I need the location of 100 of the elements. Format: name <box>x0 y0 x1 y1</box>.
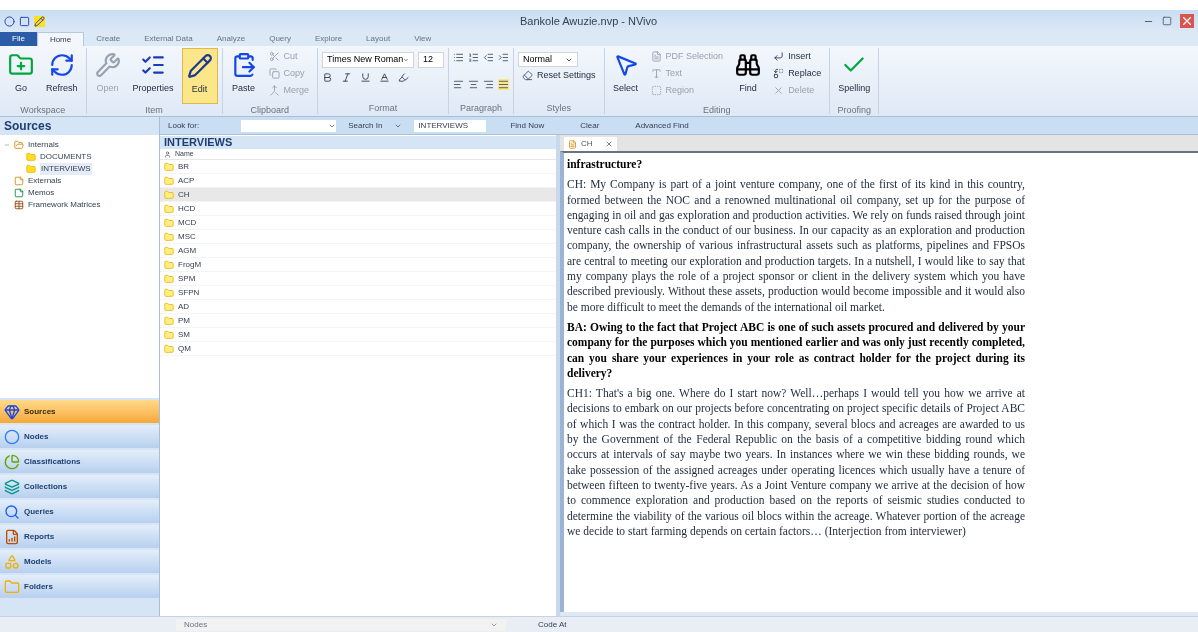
find-bar-button[interactable]: Clear <box>568 119 612 132</box>
group-label: Clipboard <box>249 104 291 116</box>
folder-icon <box>164 231 174 242</box>
folder-icon <box>164 217 174 228</box>
list-row[interactable]: SPM <box>160 272 556 286</box>
list-row[interactable]: AD <box>160 300 556 314</box>
folder-icon <box>164 273 174 284</box>
highlighter-icon[interactable] <box>398 72 410 83</box>
navigation-button[interactable]: Classifications <box>0 450 159 473</box>
list-row[interactable]: HCD <box>160 202 556 216</box>
app-icon[interactable] <box>4 15 15 27</box>
ribbon-button[interactable]: Refresh <box>42 48 82 104</box>
document-tab[interactable]: CH <box>564 137 617 151</box>
list-row[interactable]: FrogM <box>160 258 556 272</box>
italic-icon[interactable] <box>341 72 353 83</box>
close-icon[interactable] <box>604 140 613 148</box>
folder-icon <box>164 161 174 172</box>
tree-item[interactable]: Externals <box>28 175 62 187</box>
list-row[interactable]: AGM <box>160 244 556 258</box>
list-row[interactable]: MSC <box>160 230 556 244</box>
justify-icon[interactable] <box>498 79 510 90</box>
list-row[interactable]: SFPN <box>160 286 556 300</box>
ribbon-tab[interactable]: Create <box>84 32 133 46</box>
tree-item[interactable]: DOCUMENTS <box>40 151 92 163</box>
dropdown-icon <box>403 56 410 64</box>
font-field[interactable]: Times New Roman <box>322 52 415 68</box>
size-field[interactable]: 12 <box>418 52 445 68</box>
document-icon <box>568 139 577 149</box>
tree-item[interactable]: Internals <box>28 139 59 151</box>
navigation-button[interactable]: Reports <box>0 525 159 548</box>
pencil-icon[interactable] <box>34 15 45 27</box>
group-label: Format <box>367 102 399 114</box>
ribbon-tab[interactable]: Query <box>257 32 303 46</box>
ribbon-tab[interactable]: Home <box>36 32 85 46</box>
outdent-icon[interactable] <box>483 52 495 63</box>
ribbon-button[interactable]: Edit <box>181 48 218 104</box>
navigation-button[interactable]: Collections <box>0 475 159 498</box>
replace-icon <box>773 68 785 79</box>
folder-icon <box>4 578 20 595</box>
style-field[interactable]: Normal <box>518 52 579 67</box>
ribbon-button[interactable]: Paste <box>226 48 261 104</box>
folder-icon <box>26 164 36 174</box>
folder-icon <box>164 189 174 200</box>
close-icon[interactable] <box>1180 14 1194 28</box>
panel-header: Sources <box>0 117 159 135</box>
circle-icon <box>4 428 20 445</box>
folder-icon <box>14 140 24 150</box>
ribbon-tab[interactable]: View <box>402 32 444 46</box>
folder-icon <box>8 52 34 78</box>
tree-item[interactable]: INTERVIEWS <box>40 163 92 175</box>
navigation-button[interactable]: Models <box>0 550 159 573</box>
ribbon-button[interactable]: Properties <box>128 48 178 104</box>
bold-icon[interactable] <box>322 72 334 83</box>
ribbon-tab[interactable]: External Data <box>132 32 205 46</box>
ribbon-tab[interactable]: Explore <box>303 32 355 46</box>
nodes-field[interactable]: Nodes <box>176 618 506 631</box>
ribbon-tab[interactable]: Analyze <box>204 32 258 46</box>
navigation-button[interactable]: Folders <box>0 575 159 598</box>
numbering-icon[interactable] <box>468 52 480 63</box>
ribbon-button[interactable]: Replace <box>769 65 826 82</box>
list-row[interactable]: BR <box>160 160 556 174</box>
search-in-field[interactable]: INTERVIEWS <box>414 119 487 132</box>
bullets-icon[interactable] <box>453 52 465 63</box>
align-right-icon[interactable] <box>483 79 495 90</box>
answer-paragraph: CH1: That's a big one. Where do I start now? Well…perhaps I would tell you how we arrive at decisions to embark on our projects before concentrating on project specific details of Project ABC of which I was the contract holder. In this company, several blocs and acreages are awarded to us by the Government of the Federal Republic on the basis of a competitive bidding round which occurs at intervals of say maybe two years. In instances where we win these bidding rounds, we take possession of the assigned acreages under operating licences which usually have a tenure of between fifteen to twenty-five years. As a Joint Venture company we arrive at the decision of how to commence exploration and production based on the reports of seismic studies conducted to determine the viability of the various oil blocs within the acreage. Whatever portion of the acreage we decide to start farming depends on certain factors… (Interjection from interviewer) <box>567 386 1025 540</box>
list-row[interactable]: MCD <box>160 216 556 230</box>
ribbon-button[interactable]: Select <box>608 48 643 104</box>
binoculars-icon <box>735 52 762 78</box>
underline-icon[interactable] <box>360 72 372 83</box>
ribbon-button[interactable]: Spelling <box>834 48 875 104</box>
find-bar-button[interactable]: Advanced Find <box>623 119 701 132</box>
ribbon-tab[interactable]: Layout <box>354 32 403 46</box>
list-row[interactable]: SM <box>160 328 556 342</box>
list-row[interactable]: CH <box>160 188 556 202</box>
align-left-icon[interactable] <box>453 79 465 90</box>
navigation-button[interactable]: Queries <box>0 500 159 523</box>
code-at-button[interactable]: Code At <box>538 618 567 631</box>
maximize-icon[interactable] <box>1162 16 1172 26</box>
font-color-icon[interactable] <box>379 72 391 83</box>
folder-icon <box>164 175 174 186</box>
window-title: Bankole Awuzie.nvp - NVivo <box>520 13 658 29</box>
look-for-field[interactable] <box>241 119 337 132</box>
tree-item[interactable]: Framework Matrices <box>28 199 101 211</box>
navigation-button[interactable]: Nodes <box>0 425 159 448</box>
ribbon-button[interactable]: Find <box>731 48 766 104</box>
find-bar-button[interactable]: Find Now <box>498 119 557 132</box>
navigation-button[interactable]: Sources <box>0 400 159 423</box>
region-icon <box>650 85 662 96</box>
merge-icon <box>268 85 280 96</box>
indent-icon[interactable] <box>498 52 510 63</box>
align-center-icon[interactable] <box>468 79 480 90</box>
list-row[interactable]: QM <box>160 342 556 356</box>
ribbon-button[interactable]: Insert <box>769 48 826 65</box>
ribbon-button[interactable]: Reset Settings <box>518 67 600 84</box>
tree-item[interactable]: Memos <box>28 187 55 199</box>
refresh-icon <box>48 52 75 78</box>
file-tab[interactable]: File <box>0 32 37 46</box>
list-row[interactable]: PM <box>160 314 556 328</box>
list-title: INTERVIEWS <box>160 136 556 149</box>
ribbon-button[interactable]: Go <box>4 48 38 104</box>
